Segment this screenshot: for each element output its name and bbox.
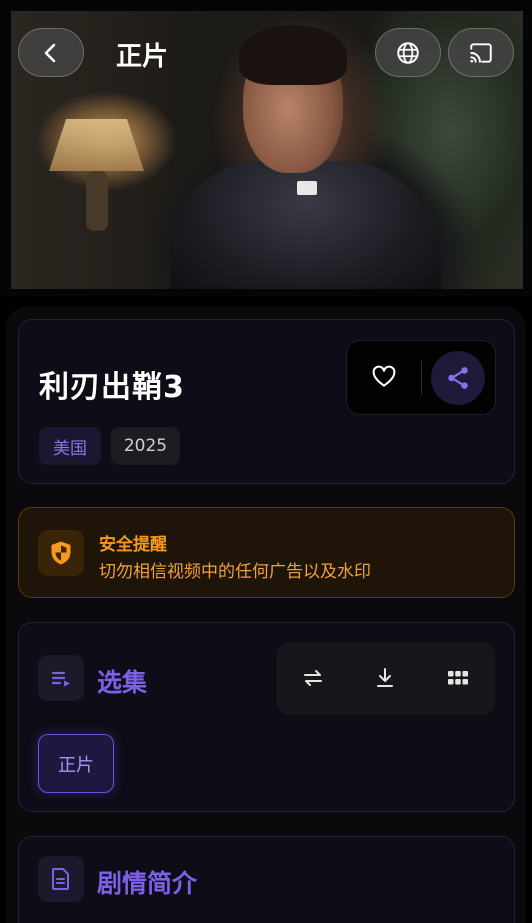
episode-tools (277, 642, 495, 715)
language-button[interactable] (375, 28, 441, 77)
movie-title: 利刃出鞘3 (39, 370, 185, 405)
action-divider (421, 361, 422, 395)
globe-icon (397, 41, 419, 64)
movie-info-card: 利刃出鞘3 美国 2025 (18, 319, 515, 484)
notice-title: 安全提醒 (99, 535, 167, 555)
cast-icon (470, 42, 492, 63)
player-top-bar: 正片 (0, 0, 532, 80)
movie-actions (346, 340, 496, 415)
episode-chip[interactable]: 正片 (38, 734, 114, 793)
share-button[interactable] (431, 351, 485, 405)
synopsis-title: 剧情简介 (97, 869, 198, 898)
scene-lamp-base (86, 171, 108, 231)
swap-icon (304, 670, 322, 686)
chevron-left-icon (44, 43, 56, 62)
share-icon (448, 367, 468, 389)
episodes-title: 选集 (97, 668, 148, 697)
playlist-icon (51, 671, 70, 687)
grid-icon (448, 671, 468, 685)
scene-lamp-shade (49, 119, 144, 171)
document-icon-box (38, 856, 84, 902)
synopsis-card: 剧情简介 (18, 836, 515, 923)
shield-icon (51, 541, 71, 565)
grid-view-button[interactable] (440, 660, 476, 696)
document-icon (52, 868, 69, 890)
cast-button[interactable] (448, 28, 514, 77)
playlist-icon-box (38, 655, 84, 701)
heart-icon (372, 365, 396, 387)
video-player[interactable]: 正片 (0, 0, 532, 296)
player-title: 正片 (116, 42, 169, 72)
year-tag: 2025 (111, 427, 180, 465)
safety-notice: 安全提醒 切勿相信视频中的任何广告以及水印 (18, 507, 515, 598)
download-button[interactable] (367, 660, 403, 696)
reverse-order-button[interactable] (295, 660, 331, 696)
notice-text: 切勿相信视频中的任何广告以及水印 (99, 562, 371, 582)
download-icon (377, 668, 393, 687)
episodes-card: 选集 正片 (18, 622, 515, 812)
favorite-button[interactable] (362, 355, 406, 399)
shield-icon-box (38, 530, 84, 576)
scene-collar (297, 181, 317, 195)
back-button[interactable] (18, 28, 84, 77)
country-tag: 美国 (39, 427, 101, 465)
